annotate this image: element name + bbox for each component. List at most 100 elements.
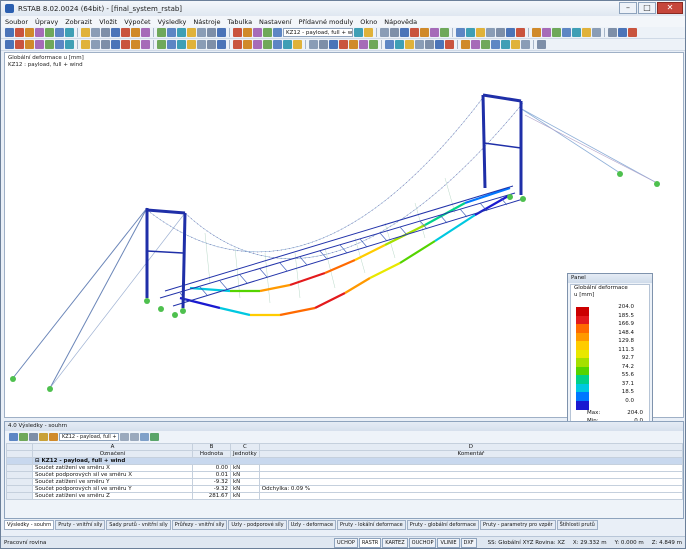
toolbar-tool-icon[interactable] [592, 28, 601, 37]
toolbar-tool-icon[interactable] [415, 40, 424, 49]
toolbar-tool-icon[interactable] [516, 28, 525, 37]
toolbar-tool-icon[interactable] [572, 28, 581, 37]
toolbar-tool-icon[interactable] [25, 40, 34, 49]
toolbar-tool-icon[interactable] [532, 28, 541, 37]
toolbar-tool-icon[interactable] [263, 28, 272, 37]
menu-edit[interactable]: Úpravy [35, 18, 58, 26]
toolbar-tool-icon[interactable] [405, 40, 414, 49]
toolbar-tool-icon[interactable] [157, 40, 166, 49]
table-icon[interactable] [9, 432, 18, 441]
table-row[interactable]: Součet podporových sil ve směru Y -9.32 … [6, 485, 684, 493]
toolbar-tool-icon[interactable] [197, 28, 206, 37]
menu-help[interactable]: Nápověda [384, 18, 417, 26]
menu-view[interactable]: Zobrazit [65, 18, 92, 26]
menu-insert[interactable]: Vložit [99, 18, 117, 26]
cartesian-toggle[interactable]: KARTEZ [382, 537, 408, 548]
toolbar-tool-icon[interactable] [121, 28, 130, 37]
toolbar-tool-icon[interactable] [65, 40, 74, 49]
toolbar-tool-icon[interactable] [562, 28, 571, 37]
toolbar-tool-icon[interactable] [91, 40, 100, 49]
toolbar-tool-icon[interactable] [187, 40, 196, 49]
toolbar-tool-icon[interactable] [15, 28, 24, 37]
object-snap-toggle[interactable]: OUCHOP [408, 537, 437, 548]
toolbar-tool-icon[interactable] [521, 40, 530, 49]
toolbar-tool-icon[interactable] [349, 40, 358, 49]
toolbar-tool-icon[interactable] [217, 28, 226, 37]
tab-buckling-parameters[interactable]: Pruty - parametry pro vzpěr [480, 520, 556, 530]
menu-addons[interactable]: Přídavné moduly [299, 18, 354, 26]
menu-results[interactable]: Výsledky [158, 18, 187, 26]
toolbar-tool-icon[interactable] [440, 28, 449, 37]
toolbar-tool-icon[interactable] [157, 28, 166, 37]
toolbar-tool-icon[interactable] [5, 40, 14, 49]
toolbar-tool-icon[interactable] [55, 40, 64, 49]
toolbar-tool-icon[interactable] [506, 28, 515, 37]
tab-section-internal-forces[interactable]: Průřezy - vnitřní síly [171, 520, 228, 530]
toolbar-tool-icon[interactable] [111, 28, 120, 37]
toolbar-tool-icon[interactable] [91, 28, 100, 37]
toolbar-tool-icon[interactable] [131, 40, 140, 49]
toolbar-tool-icon[interactable] [25, 28, 34, 37]
toolbar-tool-icon[interactable] [187, 28, 196, 37]
menu-table[interactable]: Tabulka [227, 18, 252, 26]
toolbar-tool-icon[interactable] [329, 40, 338, 49]
previous-icon[interactable] [120, 432, 129, 441]
dxf-toggle[interactable]: DXF [460, 537, 477, 548]
toolbar-tool-icon[interactable] [177, 28, 186, 37]
tab-support-forces[interactable]: Uzly - podporové síly [228, 520, 287, 530]
toolbar-tool-icon[interactable] [486, 28, 495, 37]
toolbar-tool-icon[interactable] [253, 40, 262, 49]
toolbar-tool-icon[interactable] [628, 28, 637, 37]
tab-set-internal-forces[interactable]: Sady prutů - vnitřní síly [106, 520, 171, 530]
next-icon[interactable] [130, 432, 139, 441]
toolbar-tool-icon[interactable] [101, 40, 110, 49]
tab-results-summary[interactable]: Výsledky - souhrn [4, 520, 55, 530]
toolbar-tool-icon[interactable] [167, 28, 176, 37]
toolbar-tool-icon[interactable] [207, 28, 216, 37]
minimize-button[interactable]: – [619, 2, 637, 14]
toolbar-tool-icon[interactable] [131, 28, 140, 37]
tab-slenderness[interactable]: Štíhlosti prutů [556, 520, 598, 530]
toolbar-tool-icon[interactable] [364, 28, 373, 37]
export-icon[interactable] [150, 432, 159, 441]
toolbar-tool-icon[interactable] [430, 28, 439, 37]
toolbar-tool-icon[interactable] [395, 40, 404, 49]
toolbar-tool-icon[interactable] [243, 28, 252, 37]
toolbar-tool-icon[interactable] [511, 40, 520, 49]
toolbar-tool-icon[interactable] [354, 28, 363, 37]
toolbar-tool-icon[interactable] [359, 40, 368, 49]
toolbar-tool-icon[interactable] [445, 40, 454, 49]
toolbar-tool-icon[interactable] [537, 40, 546, 49]
toolbar-tool-icon[interactable] [461, 40, 470, 49]
toolbar-tool-icon[interactable] [263, 40, 272, 49]
toolbar-tool-icon[interactable] [390, 28, 399, 37]
close-button[interactable]: ✕ [657, 2, 683, 14]
select-icon[interactable] [140, 432, 149, 441]
toolbar-tool-icon[interactable] [253, 28, 262, 37]
toolbar-tool-icon[interactable] [273, 40, 282, 49]
toolbar-tool-icon[interactable] [369, 40, 378, 49]
toolbar-tool-icon[interactable] [55, 28, 64, 37]
menu-file[interactable]: Soubor [5, 18, 28, 26]
toolbar-tool-icon[interactable] [15, 40, 24, 49]
toolbar-tool-icon[interactable] [380, 28, 389, 37]
results-loadcase-combo[interactable]: KZ12 - payload, full + ... [59, 432, 119, 441]
filter-icon[interactable] [39, 432, 48, 441]
toolbar-tool-icon[interactable] [35, 28, 44, 37]
toolbar-tool-icon[interactable] [420, 28, 429, 37]
toolbar-tool-icon[interactable] [319, 40, 328, 49]
toolbar-tool-icon[interactable] [167, 40, 176, 49]
toolbar-tool-icon[interactable] [542, 28, 551, 37]
toolbar-tool-icon[interactable] [552, 28, 561, 37]
loadcase-combo[interactable]: KZ12 - payload, full + wind [283, 28, 353, 37]
toolbar-tool-icon[interactable] [476, 28, 485, 37]
toolbar-tool-icon[interactable] [207, 40, 216, 49]
menu-tools[interactable]: Nástroje [193, 18, 220, 26]
toolbar-tool-icon[interactable] [283, 40, 292, 49]
toolbar-tool-icon[interactable] [81, 28, 90, 37]
toolbar-tool-icon[interactable] [501, 40, 510, 49]
group-row[interactable]: ⊟ KZ12 - payload, full + wind [32, 457, 683, 465]
toolbar-tool-icon[interactable] [496, 28, 505, 37]
toolbar-tool-icon[interactable] [101, 28, 110, 37]
tab-member-internal-forces[interactable]: Pruty - vnitřní síly [55, 520, 106, 530]
